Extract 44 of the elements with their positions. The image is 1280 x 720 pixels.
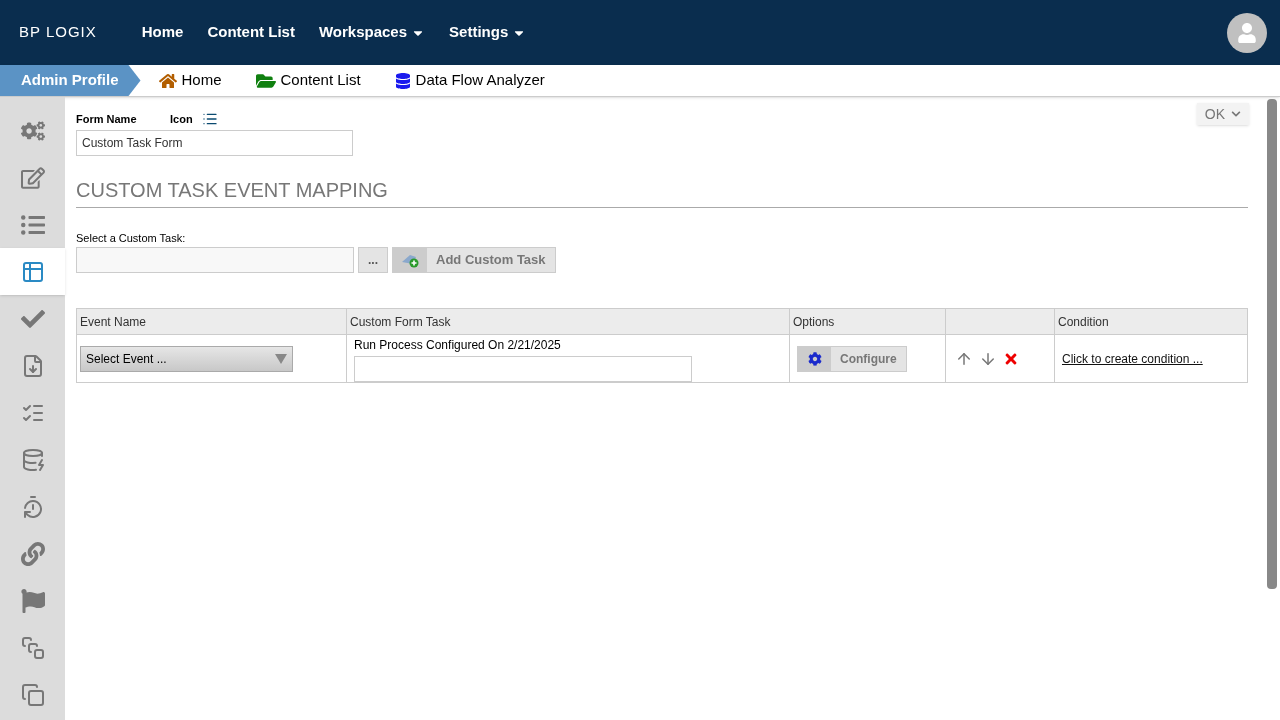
copy-icon bbox=[20, 682, 45, 707]
browse-button[interactable]: ... bbox=[358, 247, 388, 273]
dropdown-arrow-icon bbox=[275, 353, 287, 364]
column-header: Options bbox=[789, 308, 946, 335]
field-label: Form Name bbox=[76, 112, 138, 127]
folder-icon bbox=[255, 71, 276, 90]
quick-link[interactable]: Content List bbox=[255, 69, 361, 92]
field-label: Select a Custom Task: bbox=[76, 230, 187, 246]
database-icon bbox=[20, 447, 45, 472]
column-header: Condition bbox=[1054, 308, 1248, 335]
avatar[interactable] bbox=[1227, 12, 1267, 53]
column-header: Custom Form Task bbox=[346, 308, 790, 335]
nav-link[interactable]: Workspaces bbox=[318, 21, 426, 44]
nav-link[interactable]: Settings bbox=[449, 21, 527, 44]
list-icon bbox=[20, 212, 45, 237]
configure-button[interactable]: Configure bbox=[797, 345, 907, 372]
field-label: Icon bbox=[170, 112, 193, 127]
database-icon bbox=[394, 72, 411, 89]
event-select[interactable]: Select Event ... bbox=[80, 345, 293, 372]
add-icon bbox=[401, 252, 419, 268]
custom-task-field[interactable] bbox=[76, 247, 354, 273]
quick-link[interactable]: Home bbox=[158, 69, 222, 92]
form-name-field[interactable]: Custom Task Form bbox=[76, 129, 353, 156]
flag-icon bbox=[20, 588, 45, 613]
section-title: CUSTOM TASK EVENT MAPPING bbox=[76, 174, 1248, 208]
sidebar-item[interactable] bbox=[0, 248, 65, 295]
ok-button[interactable]: OK bbox=[1196, 103, 1249, 125]
table-icon bbox=[20, 259, 45, 284]
quick-link[interactable]: Data Flow Analyzer bbox=[394, 69, 545, 92]
nav-link[interactable]: Home bbox=[141, 21, 184, 44]
link-icon bbox=[20, 541, 45, 566]
gears-icon bbox=[20, 118, 45, 143]
column-header: Event Name bbox=[76, 308, 347, 335]
nav-link[interactable]: Content List bbox=[207, 21, 295, 44]
logo[interactable]: BP LOGIX bbox=[19, 21, 97, 44]
task-field[interactable] bbox=[354, 355, 692, 382]
chevron-icon bbox=[1231, 109, 1241, 119]
user-icon bbox=[1237, 22, 1257, 43]
home-icon bbox=[158, 71, 177, 90]
task-description: Run Process Configured On 2/21/2025 bbox=[354, 336, 562, 354]
add-custom-task-button[interactable]: Add Custom Task bbox=[392, 247, 556, 273]
settings-icon bbox=[807, 351, 822, 366]
squares-icon bbox=[20, 635, 45, 660]
edit-icon bbox=[20, 165, 45, 190]
